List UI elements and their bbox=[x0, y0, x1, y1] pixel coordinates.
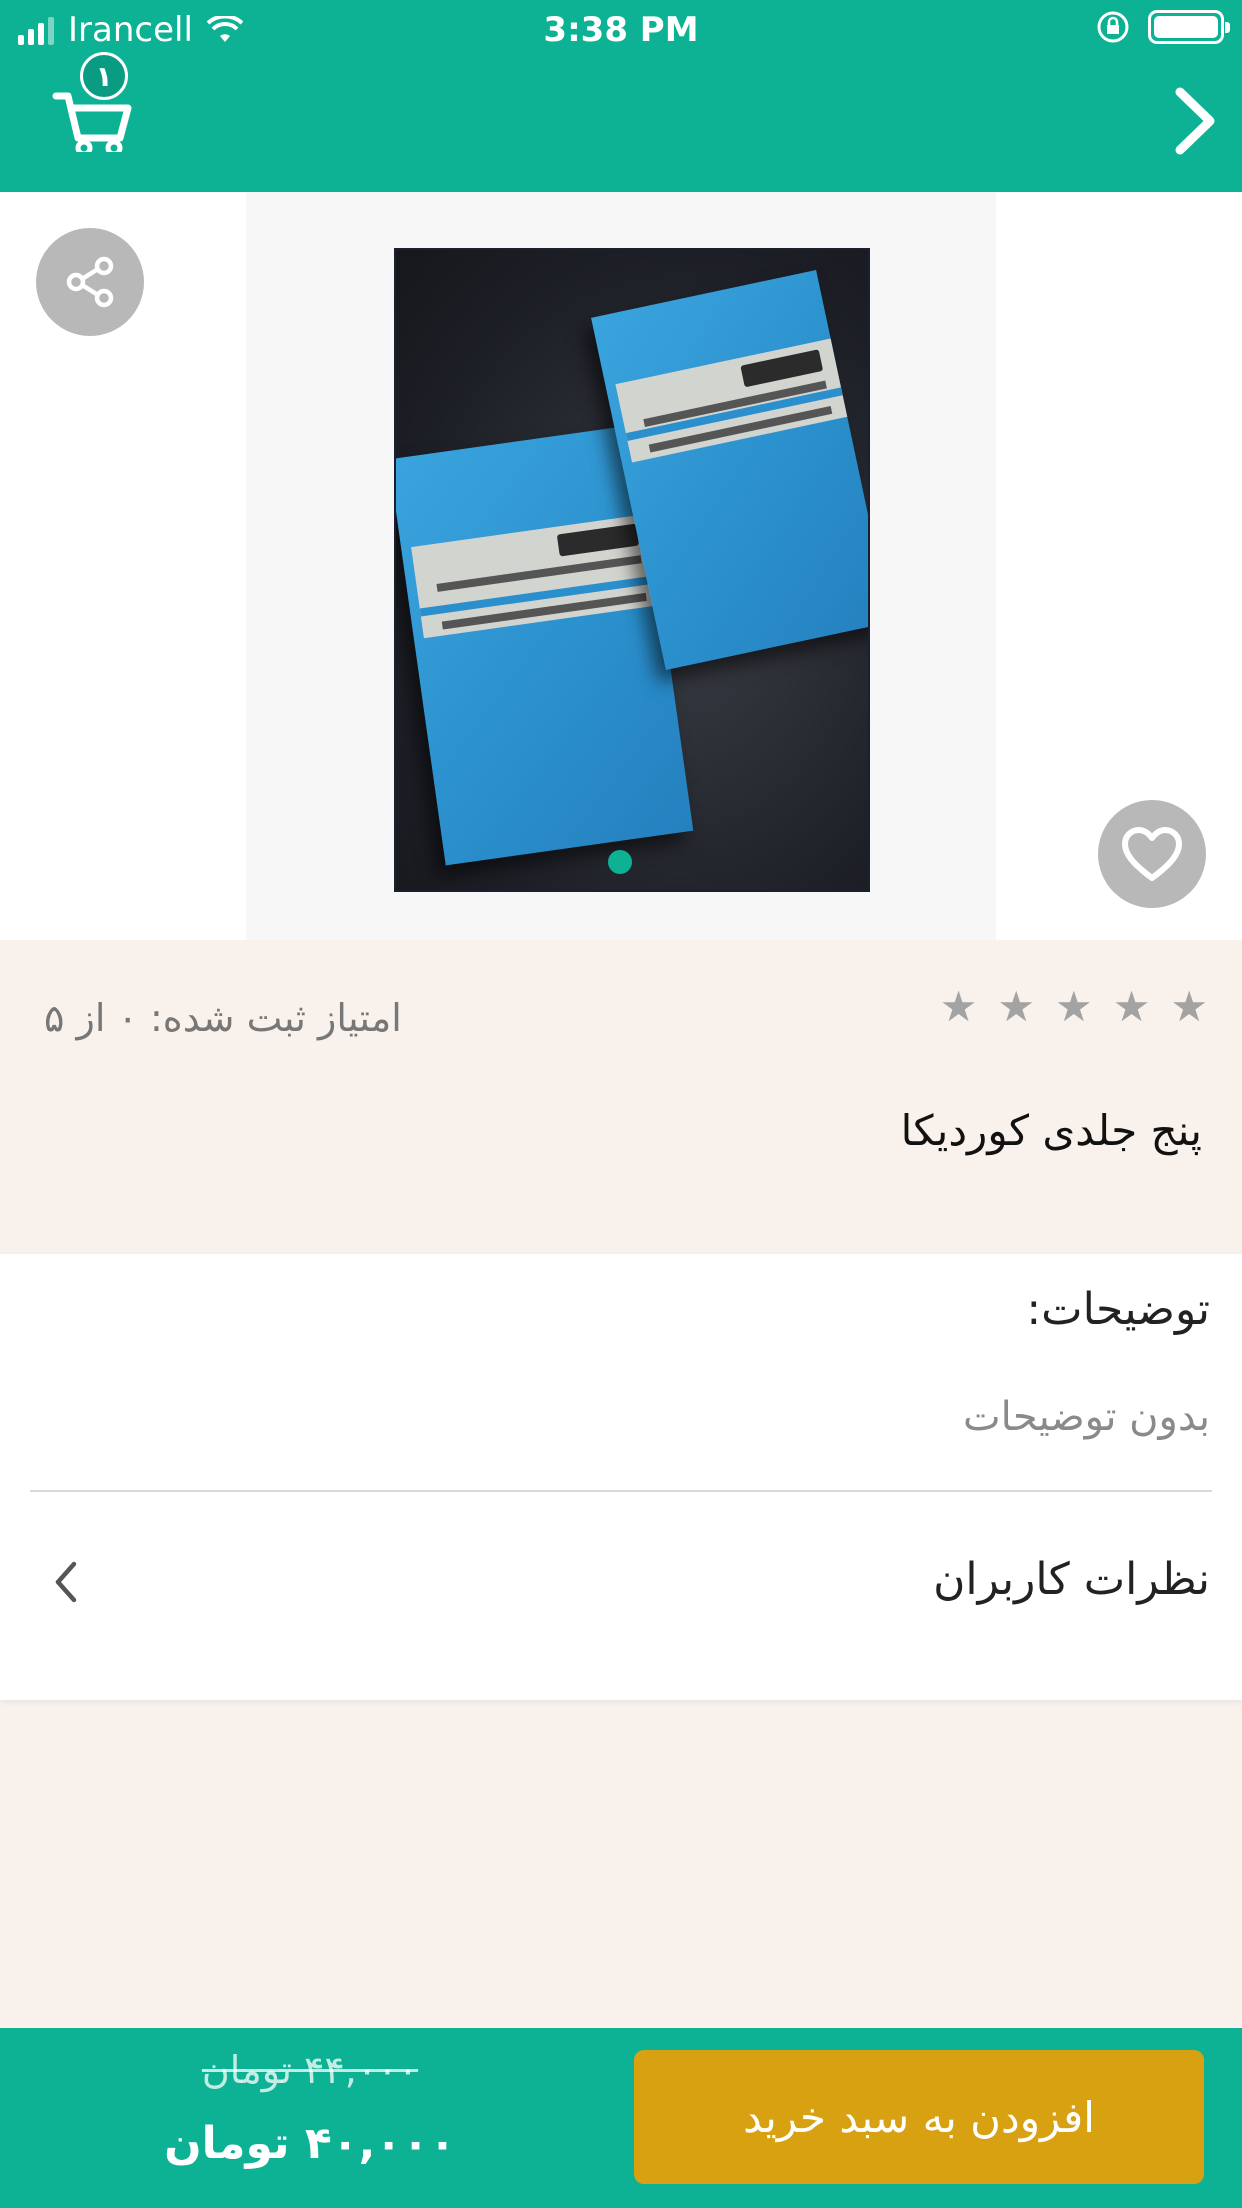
current-price: ۴۰,۰۰۰ تومان bbox=[164, 2118, 456, 2169]
status-right bbox=[1096, 10, 1230, 44]
gallery-page-indicator[interactable] bbox=[608, 850, 632, 874]
rating-text: امتیاز ثبت شده: ۰ از ۵ bbox=[44, 996, 402, 1040]
back-button[interactable] bbox=[1170, 86, 1220, 156]
old-price: ۴۴,۰۰۰ تومان bbox=[201, 2048, 419, 2092]
share-button[interactable] bbox=[36, 228, 144, 336]
description-heading: توضیحات: bbox=[1026, 1284, 1210, 1335]
rotation-lock-icon bbox=[1097, 11, 1129, 43]
battery-icon bbox=[1148, 10, 1230, 44]
product-image[interactable] bbox=[394, 248, 870, 892]
star-icon[interactable]: ★ bbox=[997, 986, 1035, 1028]
cart-button[interactable]: ۱ bbox=[52, 52, 142, 152]
star-icon[interactable]: ★ bbox=[940, 986, 978, 1028]
chevron-left-icon bbox=[55, 1561, 77, 1603]
add-to-cart-button[interactable]: افزودن به سبد خرید bbox=[634, 2050, 1204, 2184]
chevron-right-icon bbox=[1175, 87, 1215, 155]
description-body: بدون توضیحات bbox=[962, 1394, 1210, 1440]
gallery-slide[interactable] bbox=[246, 192, 996, 940]
app-header: Irancell 3:38 PM ۱ bbox=[0, 0, 1242, 192]
rating-stars[interactable]: ★ ★ ★ ★ ★ bbox=[940, 986, 1208, 1028]
status-bar: Irancell 3:38 PM bbox=[0, 0, 1242, 62]
description-card: توضیحات: بدون توضیحات نظرات کاربران bbox=[0, 1254, 1242, 1700]
cart-count-badge: ۱ bbox=[80, 52, 128, 100]
star-icon[interactable]: ★ bbox=[1113, 986, 1151, 1028]
favorite-button[interactable] bbox=[1098, 800, 1206, 908]
star-icon[interactable]: ★ bbox=[1170, 986, 1208, 1028]
share-icon bbox=[66, 256, 114, 308]
product-info: ★ ★ ★ ★ ★ امتیاز ثبت شده: ۰ از ۵ پنج جلد… bbox=[0, 940, 1242, 1254]
heart-icon bbox=[1122, 827, 1182, 881]
status-time: 3:38 PM bbox=[543, 10, 699, 50]
product-gallery[interactable] bbox=[0, 192, 1242, 940]
user-reviews-label: نظرات کاربران bbox=[933, 1554, 1210, 1605]
star-icon[interactable]: ★ bbox=[1055, 986, 1093, 1028]
user-reviews-row[interactable]: نظرات کاربران bbox=[0, 1492, 1242, 1672]
bottom-purchase-bar: ۴۴,۰۰۰ تومان ۴۰,۰۰۰ تومان افزودن به سبد … bbox=[0, 2028, 1242, 2208]
product-title: پنج جلدی کوردیکا bbox=[900, 1106, 1202, 1155]
